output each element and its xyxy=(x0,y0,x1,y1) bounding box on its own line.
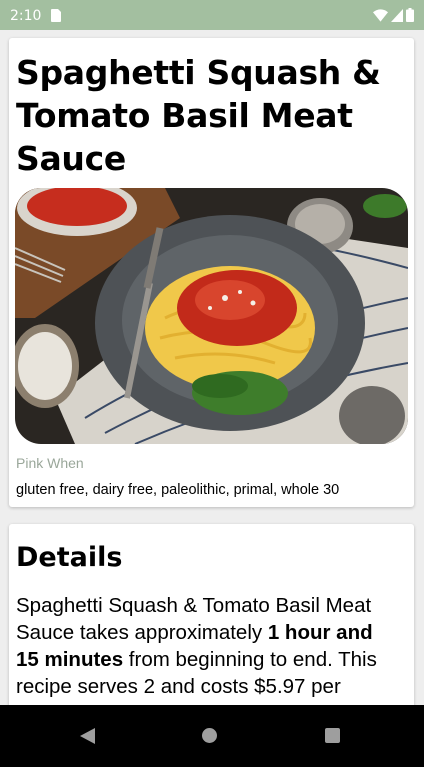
wifi-icon xyxy=(373,8,388,22)
recipe-card[interactable]: Spaghetti Squash & Tomato Basil Meat Sau… xyxy=(9,38,414,507)
status-bar: 2:10 xyxy=(0,0,424,30)
recipe-source: Pink When xyxy=(16,455,84,471)
navigation-bar xyxy=(0,705,424,767)
recipe-title: Spaghetti Squash & Tomato Basil Meat Sau… xyxy=(16,53,381,178)
details-card: Details Spaghetti Squash & Tomato Basil … xyxy=(9,524,414,705)
signal-icon xyxy=(391,8,403,22)
back-icon[interactable] xyxy=(80,728,95,744)
details-summary: Spaghetti Squash & Tomato Basil Meat Sau… xyxy=(16,592,401,705)
battery-icon xyxy=(406,8,414,22)
details-heading: Details xyxy=(16,542,123,573)
recipe-scroll-content[interactable]: Spaghetti Squash & Tomato Basil Meat Sau… xyxy=(0,30,424,705)
home-icon[interactable] xyxy=(202,728,217,743)
recipe-image xyxy=(15,188,408,444)
recents-icon[interactable] xyxy=(325,728,340,743)
recipe-diets: gluten free, dairy free, paleolithic, pr… xyxy=(16,482,340,498)
sim-card-icon xyxy=(51,9,61,22)
status-time: 2:10 xyxy=(10,8,42,24)
